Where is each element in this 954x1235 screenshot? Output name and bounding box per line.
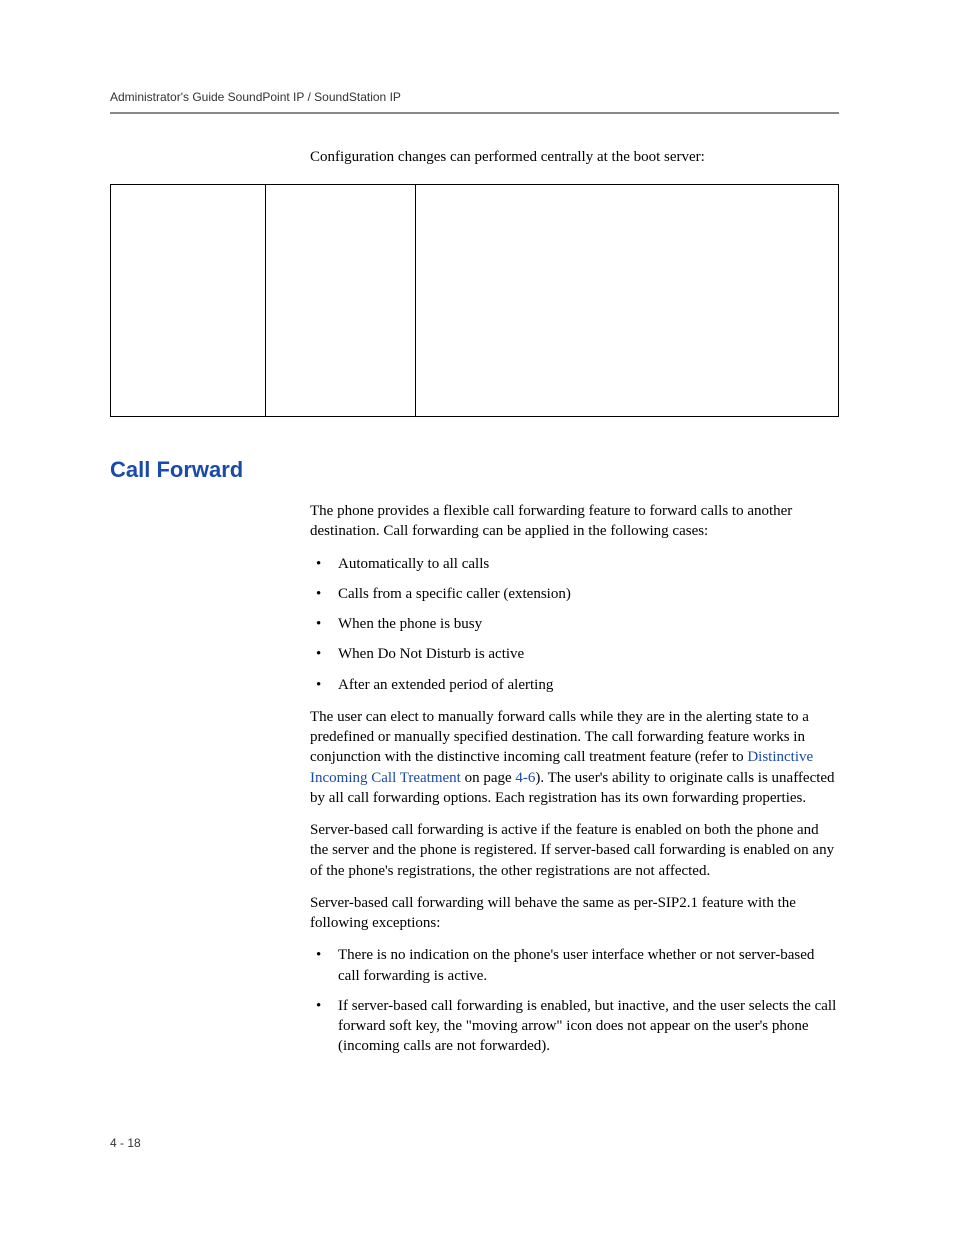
- page-reference-link[interactable]: 4-6: [515, 770, 535, 786]
- config-table: [110, 184, 839, 417]
- table-cell: [416, 185, 839, 417]
- list-item: There is no indication on the phone's us…: [310, 945, 839, 986]
- paragraph: Server-based call forwarding is active i…: [310, 820, 839, 881]
- table-cell: [266, 185, 416, 417]
- bullet-list: There is no indication on the phone's us…: [310, 945, 839, 1056]
- list-item: After an extended period of alerting: [310, 675, 839, 695]
- paragraph: The user can elect to manually forward c…: [310, 707, 839, 808]
- list-item: When the phone is busy: [310, 614, 839, 634]
- list-item: If server-based call forwarding is enabl…: [310, 996, 839, 1057]
- text-span: on page: [461, 770, 516, 786]
- table-cell: [111, 185, 266, 417]
- table-row: [111, 185, 839, 417]
- intro-text: Configuration changes can performed cent…: [310, 149, 839, 166]
- list-item: Automatically to all calls: [310, 554, 839, 574]
- paragraph: The phone provides a flexible call forwa…: [310, 501, 839, 542]
- header-rule: [110, 112, 839, 114]
- section-heading-call-forward: Call Forward: [110, 457, 839, 483]
- page-number: 4 - 18: [110, 1136, 141, 1150]
- list-item: When Do Not Disturb is active: [310, 644, 839, 664]
- paragraph: Server-based call forwarding will behave…: [310, 893, 839, 934]
- text-span: The user can elect to manually forward c…: [310, 709, 809, 766]
- running-header: Administrator's Guide SoundPoint IP / So…: [110, 90, 839, 104]
- bullet-list: Automatically to all calls Calls from a …: [310, 554, 839, 695]
- list-item: Calls from a specific caller (extension): [310, 584, 839, 604]
